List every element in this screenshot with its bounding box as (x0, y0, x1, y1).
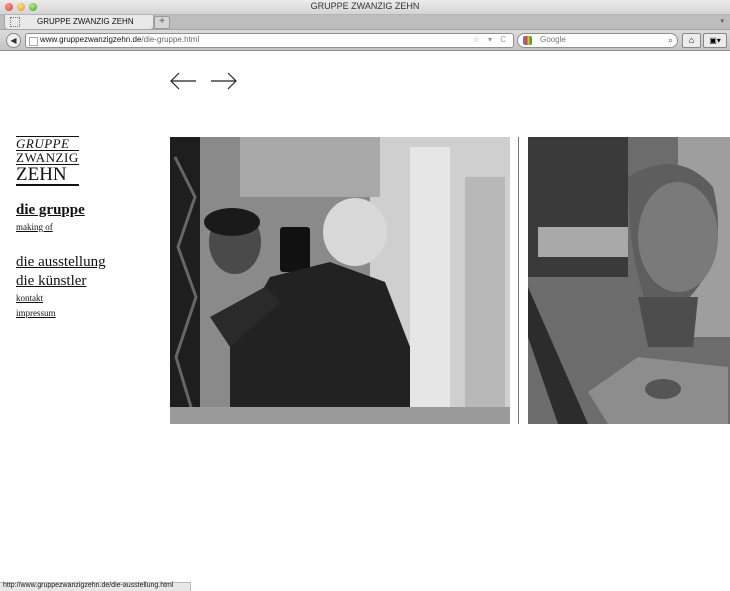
tab-label: GRUPPE ZWANZIG ZEHN (37, 17, 134, 26)
address-bar[interactable]: www.gruppezwanzigzehn.de/die-gruppe.html… (25, 33, 514, 48)
web-page: GRUPPE ZWANZIG ZEHN die gruppe making of… (0, 51, 730, 583)
home-button[interactable]: ⌂ (682, 33, 701, 48)
nav-making-of[interactable]: making of (16, 222, 53, 232)
nav-die-gruppe[interactable]: die gruppe (16, 202, 85, 219)
page-icon (29, 37, 38, 46)
arrow-left-icon[interactable] (169, 71, 197, 91)
logo-line-1: GRUPPE (16, 136, 79, 150)
url-path: /die-gruppe.html (141, 35, 200, 44)
tab-active[interactable]: GRUPPE ZWANZIG ZEHN (4, 15, 154, 30)
window-title: GRUPPE ZWANZIG ZEHN (310, 1, 420, 11)
tab-favicon-icon (10, 17, 20, 27)
arrow-right-icon[interactable] (210, 71, 238, 91)
tab-bar: GRUPPE ZWANZIG ZEHN + ▾ (0, 15, 730, 30)
photo-sculpture-bust (528, 137, 730, 424)
bookmark-reload-icons[interactable]: ☆ ▾ C (473, 35, 509, 44)
photo-divider (518, 137, 519, 424)
search-field[interactable]: Google ⌕ (517, 33, 678, 48)
site-logo[interactable]: GRUPPE ZWANZIG ZEHN (16, 136, 79, 186)
window-titlebar: GRUPPE ZWANZIG ZEHN (0, 0, 730, 15)
search-icon[interactable]: ⌕ (668, 35, 673, 46)
browser-toolbar: ◀ www.gruppezwanzigzehn.de/die-gruppe.ht… (0, 30, 730, 51)
new-tab-button[interactable]: + (154, 16, 170, 29)
nav-impressum[interactable]: impressum (16, 308, 56, 318)
nav-die-ausstellung[interactable]: die ausstellung (16, 254, 106, 271)
logo-line-3: ZEHN (16, 164, 79, 186)
nav-kontakt[interactable]: kontakt (16, 293, 43, 303)
search-placeholder: Google (540, 35, 566, 44)
nav-die-kuenstler[interactable]: die künstler (16, 273, 86, 290)
status-url: http://www.gruppezwanzigzehn.de/die-auss… (3, 582, 174, 589)
tab-menu-icon[interactable]: ▾ (720, 17, 724, 25)
logo-line-2: ZWANZIG (16, 150, 79, 165)
photo-photographers (170, 137, 510, 424)
google-icon[interactable] (523, 36, 532, 45)
extensions-button[interactable]: ▣▾ (703, 33, 727, 48)
back-button[interactable]: ◀ (6, 33, 21, 48)
url-text[interactable]: www.gruppezwanzigzehn.de/die-gruppe.html (40, 35, 199, 44)
url-domain: www.gruppezwanzigzehn.de (40, 35, 142, 44)
